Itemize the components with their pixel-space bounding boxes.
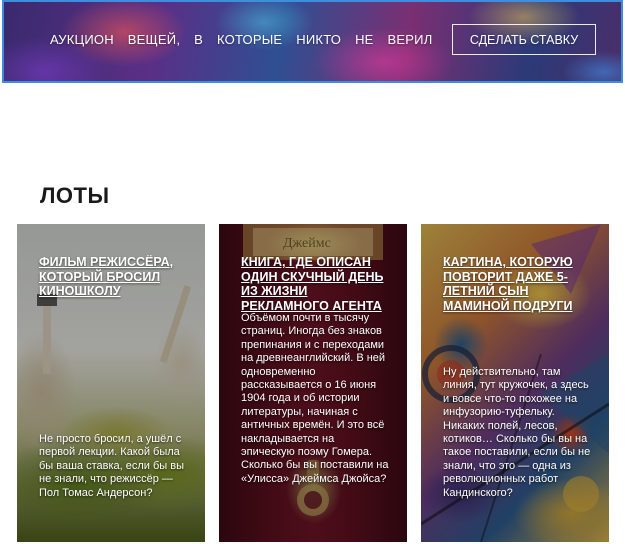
hero-title-word: КОТОРЫЕ xyxy=(217,32,283,47)
hero-title-word: ВЕЩЕЙ, xyxy=(127,32,181,47)
lot-title-link[interactable]: КНИГА, ГДЕ ОПИСАН ОДИН СКУЧНЫЙ ДЕНЬ ИЗ Ж… xyxy=(241,255,391,313)
lot-description: Объёмом почти в тысячу страниц. Иногда б… xyxy=(241,312,389,485)
hero-title-word: АУКЦИОН xyxy=(50,32,114,47)
lot-title-link[interactable]: КАРТИНА, КОТОРУЮ ПОВТОРИТ ДАЖЕ 5-ЛЕТНИЙ … xyxy=(443,255,593,313)
hero-title-word: В xyxy=(194,32,204,47)
lot-card-book[interactable]: Джеймс КНИГА, ГДЕ ОПИСАН ОДИН СКУЧНЫЙ ДЕ… xyxy=(219,224,407,542)
lot-card-painting[interactable]: КАРТИНА, КОТОРУЮ ПОВТОРИТ ДАЖЕ 5-ЛЕТНИЙ … xyxy=(421,224,609,542)
hero-title-word: НИКТО xyxy=(296,32,342,47)
place-bid-button[interactable]: СДЕЛАТЬ СТАВКУ xyxy=(452,24,596,55)
hero-title: АУКЦИОН ВЕЩЕЙ, В КОТОРЫЕ НИКТО НЕ ВЕРИЛ xyxy=(50,32,432,47)
lot-card-film[interactable]: ФИЛЬМ РЕЖИССЁРА, КОТОРЫЙ БРОСИЛ КИНОШКОЛ… xyxy=(17,224,205,542)
lot-description: Ну действительно, там линия, тут кружоче… xyxy=(443,366,591,499)
lot-title-link[interactable]: ФИЛЬМ РЕЖИССЁРА, КОТОРЫЙ БРОСИЛ КИНОШКОЛ… xyxy=(39,255,189,299)
hero-title-word: ВЕРИЛ xyxy=(387,32,433,47)
hero-title-word: НЕ xyxy=(355,32,374,47)
lot-description: Не просто бросил, а ушёл с первой лекции… xyxy=(39,433,185,499)
hero-banner: АУКЦИОН ВЕЩЕЙ, В КОТОРЫЕ НИКТО НЕ ВЕРИЛ … xyxy=(2,0,623,83)
section-title: ЛОТЫ xyxy=(40,183,110,208)
